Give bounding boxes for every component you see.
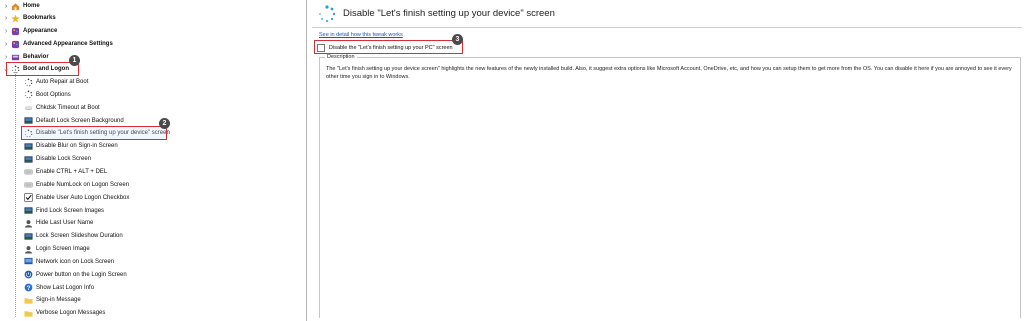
chevron-right-icon[interactable]: › xyxy=(2,41,10,48)
tree-item-label: Boot Options xyxy=(36,91,71,98)
checkbox-highlight xyxy=(314,40,463,54)
description-text: The "Let's finish setting up your device… xyxy=(326,66,1012,80)
keyboard-icon xyxy=(24,180,33,189)
lock-screen-icon xyxy=(24,232,33,241)
tree-item-label: Power button on the Login Screen xyxy=(36,271,127,278)
tree-item-label: Sign-in Message xyxy=(36,297,81,304)
tree-item-label: Show Last Logon Info xyxy=(36,284,95,291)
tree-item-label: Behavior xyxy=(23,54,49,60)
tweak-details-link[interactable]: See in detail how this tweak works xyxy=(319,32,403,38)
behavior-icon xyxy=(11,53,20,62)
star-icon xyxy=(11,13,20,23)
tree-item-child[interactable]: Verbose Logon Messages xyxy=(24,307,105,319)
user-icon xyxy=(24,219,33,228)
tree-item-child[interactable]: Hide Last User Name xyxy=(24,217,93,229)
lock-screen-icon xyxy=(24,142,33,151)
lock-screen-icon xyxy=(24,116,33,125)
settings-tree: › Home › Bookmarks › Appearance › Advanc… xyxy=(0,0,307,321)
chevron-right-icon[interactable]: › xyxy=(2,15,10,22)
svg-text:?: ? xyxy=(27,285,31,292)
disk-icon xyxy=(24,103,33,112)
tree-item-child[interactable]: Power button on the Login Screen xyxy=(24,269,127,281)
palette-icon xyxy=(11,27,20,36)
tree-item-child[interactable]: Login Screen Image xyxy=(24,243,90,255)
tree-item-child[interactable]: Sign-in Message xyxy=(24,294,81,306)
description-box: Description The "Let's finish setting up… xyxy=(319,54,1021,318)
palette-icon xyxy=(11,40,20,49)
tree-item-bookmarks[interactable]: › Bookmarks xyxy=(2,12,56,24)
tree-item-child[interactable]: ? Show Last Logon Info xyxy=(24,282,94,294)
tree-item-label: Network icon on Lock Screen xyxy=(36,258,115,265)
help-icon: ? xyxy=(24,283,33,292)
spinner-icon xyxy=(24,90,33,99)
folder-icon xyxy=(24,309,33,318)
tree-item-child[interactable]: Boot Options xyxy=(24,89,71,101)
power-icon xyxy=(24,270,33,279)
tree-guide-line xyxy=(15,69,16,317)
tree-item-label: Login Screen Image xyxy=(36,246,90,253)
spinner-header-icon xyxy=(319,5,336,22)
tree-item-label: Disable Lock Screen xyxy=(36,156,92,163)
page-title: Disable "Let's finish setting up your de… xyxy=(343,8,555,19)
tree-item-child[interactable]: Enable User Auto Logon Checkbox xyxy=(24,192,129,204)
tree-item-advanced-appearance-settings[interactable]: › Advanced Appearance Settings xyxy=(2,38,113,50)
tree-item-child[interactable]: Find Lock Screen Images xyxy=(24,205,104,217)
home-icon xyxy=(11,2,20,11)
tree-item-child[interactable]: Enable CTRL + ALT + DEL xyxy=(24,166,107,178)
spinner-icon xyxy=(24,78,33,87)
tree-item-label: Default Lock Screen Background xyxy=(36,117,124,124)
tree-item-child[interactable]: Default Lock Screen Background xyxy=(24,115,124,127)
selected-item-highlight xyxy=(21,126,167,140)
chevron-right-icon[interactable]: › xyxy=(2,3,10,10)
step-badge-2: 2 xyxy=(159,118,170,129)
tree-item-label: Lock Screen Slideshow Duration xyxy=(36,233,123,240)
chevron-right-icon[interactable]: › xyxy=(2,54,10,61)
tree-item-label: Appearance xyxy=(23,28,58,34)
tree-item-label: Chkdsk Timeout at Boot xyxy=(36,104,100,111)
user-icon xyxy=(24,245,33,254)
header-divider xyxy=(312,27,1022,28)
checkbox-icon xyxy=(24,193,33,202)
tree-item-child[interactable]: Chkdsk Timeout at Boot xyxy=(24,102,100,114)
lock-screen-icon xyxy=(24,155,33,164)
keyboard-icon xyxy=(24,167,33,176)
tree-item-label: Bookmarks xyxy=(23,15,56,21)
folder-icon xyxy=(24,296,33,305)
tree-item-child[interactable]: Disable Lock Screen xyxy=(24,153,91,165)
network-icon xyxy=(24,257,33,266)
lock-screen-icon xyxy=(24,206,33,215)
tree-item-label: Find Lock Screen Images xyxy=(36,207,105,214)
tree-item-child[interactable]: Lock Screen Slideshow Duration xyxy=(24,230,123,242)
tree-item-appearance[interactable]: › Appearance xyxy=(2,25,57,37)
tree-item-label: Enable User Auto Logon Checkbox xyxy=(36,194,130,201)
tree-item-child[interactable]: Disable Blur on Sign-in Screen xyxy=(24,140,118,152)
tree-item-label: Enable NumLock on Logon Screen xyxy=(36,181,130,188)
chevron-right-icon[interactable]: › xyxy=(2,28,10,35)
tree-item-home[interactable]: › Home xyxy=(2,0,40,12)
tree-item-label: Home xyxy=(23,3,40,9)
tree-item-label: Enable CTRL + ALT + DEL xyxy=(36,168,108,175)
tree-item-label: Verbose Logon Messages xyxy=(36,310,106,317)
boot-logon-highlight xyxy=(6,62,79,76)
tree-item-label: Advanced Appearance Settings xyxy=(23,41,113,47)
step-badge-3: 3 xyxy=(452,34,463,45)
tree-item-child[interactable]: Enable NumLock on Logon Screen xyxy=(24,179,129,191)
detail-panel: Disable "Let's finish setting up your de… xyxy=(312,0,1022,321)
tree-item-child[interactable]: Auto Repair at Boot xyxy=(24,76,88,88)
step-badge-1: 1 xyxy=(69,55,80,66)
tree-item-child[interactable]: Network icon on Lock Screen xyxy=(24,256,114,268)
tree-item-label: Hide Last User Name xyxy=(36,220,94,227)
description-legend: Description xyxy=(325,54,357,60)
tree-item-label: Disable Blur on Sign-in Screen xyxy=(36,143,118,150)
tree-item-label: Auto Repair at Boot xyxy=(36,79,89,85)
